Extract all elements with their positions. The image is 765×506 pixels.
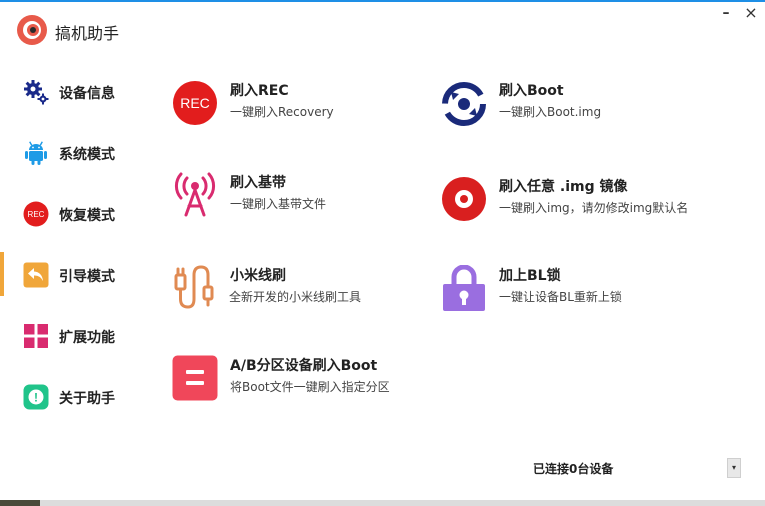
grid-icon	[23, 323, 49, 349]
rec-icon: REC	[172, 80, 218, 126]
info-icon: !	[23, 384, 49, 410]
feature-desc: 一键刷入基带文件	[230, 197, 327, 211]
sidebar-item-about[interactable]: ! 关于助手	[0, 376, 150, 418]
feature-title: A/B分区设备刷入Boot	[230, 358, 378, 374]
device-connection-status: 已连接0台设备	[533, 462, 614, 476]
ab-partition-boot-button[interactable]: A/B分区设备刷入Boot 将Boot文件一键刷入指定分区	[172, 355, 422, 409]
sidebar-item-label: 恢复模式	[59, 208, 115, 224]
feature-desc: 一键让设备BL重新上锁	[499, 290, 622, 304]
feature-title: 加上BL锁	[499, 268, 561, 284]
rec-icon: REC	[23, 201, 49, 227]
feature-desc: 将Boot文件一键刷入指定分区	[230, 380, 390, 394]
feature-desc: 一键刷入img，请勿修改img默认名	[499, 201, 689, 215]
sidebar-item-recovery-mode[interactable]: REC 恢复模式	[0, 193, 150, 235]
flash-img-button[interactable]: 刷入任意 .img 镜像 一键刷入img，请勿修改img默认名	[441, 176, 691, 230]
android-icon	[23, 140, 49, 166]
sidebar-item-device-info[interactable]: 设备信息	[0, 71, 150, 113]
rec-icon-text: REC	[180, 95, 210, 111]
feature-desc: 一键刷入Recovery	[230, 105, 334, 119]
feature-title: 刷入基带	[230, 175, 286, 191]
sidebar-item-label: 系统模式	[59, 147, 115, 163]
lock-bl-button[interactable]: 加上BL锁 一键让设备BL重新上锁	[441, 264, 691, 319]
sidebar-item-system-mode[interactable]: 系统模式	[0, 132, 150, 174]
sidebar-item-label: 关于助手	[59, 391, 115, 407]
feature-desc: 全新开发的小米线刷工具	[229, 290, 362, 304]
sidebar-item-label: 设备信息	[59, 86, 115, 102]
feature-title: 小米线刷	[230, 268, 286, 284]
window-top-border	[0, 0, 765, 2]
sidebar-item-bootloader-mode[interactable]: 引导模式	[0, 252, 150, 296]
flash-baseband-button[interactable]: 刷入基带 一键刷入基带文件	[172, 172, 422, 226]
antenna-icon	[172, 172, 218, 218]
usb-cable-icon	[172, 265, 218, 311]
feature-title: 刷入REC	[230, 83, 289, 99]
feature-title: 刷入任意 .img 镜像	[499, 179, 628, 195]
feature-title: 刷入Boot	[499, 83, 564, 99]
taskbar-strip	[0, 500, 765, 506]
ab-partition-icon	[172, 355, 218, 401]
device-dropdown-button[interactable]: ▾	[727, 458, 741, 478]
sidebar-item-label: 扩展功能	[59, 330, 115, 346]
boot-icon	[441, 80, 487, 126]
app-logo-icon	[17, 15, 47, 45]
flash-rec-button[interactable]: REC 刷入REC 一键刷入Recovery	[172, 80, 422, 134]
flash-boot-button[interactable]: 刷入Boot 一键刷入Boot.img	[441, 80, 691, 134]
back-arrow-icon	[23, 262, 49, 288]
minimize-button[interactable]: –	[718, 5, 734, 21]
close-button[interactable]: ×	[743, 5, 759, 21]
info-icon-text: !	[34, 391, 38, 405]
rec-icon-text: REC	[28, 210, 45, 219]
feature-desc: 一键刷入Boot.img	[499, 105, 602, 119]
sidebar-item-extensions[interactable]: 扩展功能	[0, 315, 150, 357]
disc-icon	[441, 176, 487, 222]
gears-icon	[23, 79, 49, 105]
xiaomi-flash-button[interactable]: 小米线刷 全新开发的小米线刷工具	[172, 265, 422, 319]
app-title: 搞机助手	[55, 24, 120, 43]
sidebar-item-label: 引导模式	[59, 269, 115, 285]
lock-icon	[441, 264, 487, 311]
